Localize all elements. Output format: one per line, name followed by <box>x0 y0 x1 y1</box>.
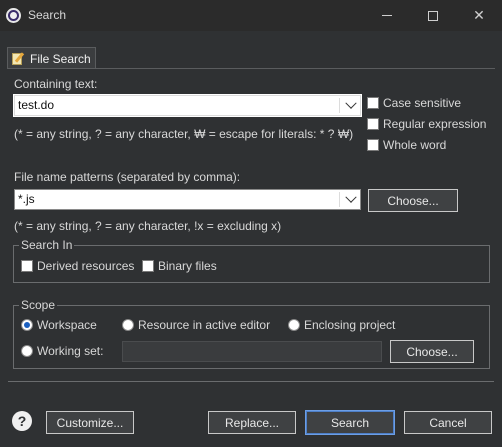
workspace-label: Workspace <box>37 318 97 332</box>
choose-working-set-button[interactable]: Choose... <box>390 340 474 363</box>
working-set-radio[interactable]: Working set: <box>21 344 103 358</box>
active-editor-label: Resource in active editor <box>138 318 271 332</box>
containing-text-hint: (* = any string, ? = any character, ₩ = … <box>14 127 354 141</box>
working-set-field <box>122 341 382 362</box>
search-in-title: Search In <box>19 238 75 252</box>
eclipse-icon <box>6 8 21 23</box>
chevron-down-icon[interactable] <box>345 97 357 109</box>
regex-checkbox[interactable]: Regular expression <box>367 117 486 131</box>
case-sensitive-label: Case sensitive <box>383 96 462 110</box>
checkbox-box[interactable] <box>21 260 33 272</box>
enclosing-project-label: Enclosing project <box>304 318 396 332</box>
minimize-button[interactable] <box>364 0 410 31</box>
checkbox-box[interactable] <box>367 139 379 151</box>
radio-dot[interactable] <box>21 345 33 357</box>
close-icon: ✕ <box>473 7 485 23</box>
maximize-button[interactable] <box>410 0 456 31</box>
workspace-radio[interactable]: Workspace <box>21 318 97 332</box>
active-editor-radio[interactable]: Resource in active editor <box>122 318 270 332</box>
containing-text-value: test.do <box>18 98 55 112</box>
regex-label: Regular expression <box>383 117 487 131</box>
close-button[interactable]: ✕ <box>456 0 502 31</box>
derived-resources-checkbox[interactable]: Derived resources <box>21 259 134 273</box>
chevron-down-icon[interactable] <box>345 191 357 203</box>
tab-file-search[interactable]: File Search <box>7 47 96 69</box>
containing-text-label: Containing text: <box>14 77 98 91</box>
checkbox-box[interactable] <box>367 118 379 130</box>
help-icon[interactable]: ? <box>12 411 32 431</box>
choose-patterns-button[interactable]: Choose... <box>368 189 458 212</box>
file-patterns-label: File name patterns (separated by comma): <box>14 170 241 184</box>
binary-files-checkbox[interactable]: Binary files <box>142 259 217 273</box>
file-patterns-combo[interactable]: *.js <box>14 189 361 210</box>
radio-dot[interactable] <box>288 319 300 331</box>
checkbox-box[interactable] <box>142 260 154 272</box>
cancel-button[interactable]: Cancel <box>404 411 492 434</box>
containing-text-combo[interactable]: test.do <box>13 94 362 117</box>
radio-dot[interactable] <box>21 319 33 331</box>
working-set-label: Working set: <box>37 344 104 358</box>
replace-button[interactable]: Replace... <box>208 411 296 434</box>
maximize-icon <box>428 10 438 21</box>
checkbox-box[interactable] <box>367 97 379 109</box>
scope-title: Scope <box>19 298 58 312</box>
search-button[interactable]: Search <box>305 410 395 435</box>
file-search-icon <box>12 51 26 66</box>
radio-dot[interactable] <box>122 319 134 331</box>
customize-button[interactable]: Customize... <box>46 411 134 434</box>
title-bar: Search ✕ <box>0 0 502 31</box>
minimize-icon <box>382 15 392 16</box>
window-title: Search <box>28 8 67 22</box>
binary-files-label: Binary files <box>158 259 217 273</box>
enclosing-project-radio[interactable]: Enclosing project <box>288 318 395 332</box>
whole-word-checkbox[interactable]: Whole word <box>367 138 446 152</box>
whole-word-label: Whole word <box>383 138 447 152</box>
derived-resources-label: Derived resources <box>37 259 135 273</box>
tab-label: File Search <box>30 51 91 66</box>
file-patterns-hint: (* = any string, ? = any character, !x =… <box>14 219 282 233</box>
divider <box>8 381 494 382</box>
file-patterns-value: *.js <box>18 192 35 206</box>
case-sensitive-checkbox[interactable]: Case sensitive <box>367 96 461 110</box>
